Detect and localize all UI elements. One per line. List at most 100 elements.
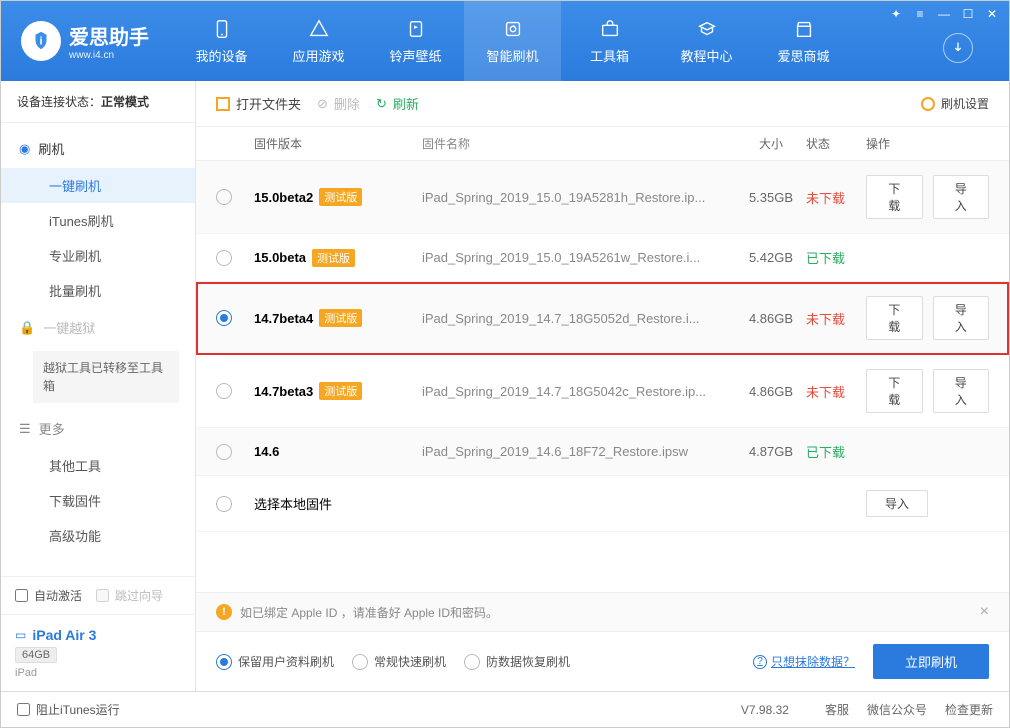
sidebar-item-flash-2[interactable]: 专业刷机 xyxy=(1,238,195,273)
wipe-data-link[interactable]: ?只想抹除数据？ xyxy=(753,653,855,670)
row-name: iPad_Spring_2019_14.7_18G5052d_Restore.i… xyxy=(422,311,736,326)
firmware-table: 15.0beta2测试版iPad_Spring_2019_15.0_19A528… xyxy=(196,161,1009,592)
sidebar-item-more-1[interactable]: 下载固件 xyxy=(1,483,195,518)
device-icon: ▭ xyxy=(15,628,26,642)
option-normal-fast[interactable]: 常规快速刷机 xyxy=(352,653,446,670)
row-name: iPad_Spring_2019_15.0_19A5281h_Restore.i… xyxy=(422,190,736,205)
table-row[interactable]: 14.7beta3测试版iPad_Spring_2019_14.7_18G504… xyxy=(196,355,1009,428)
nav-flash[interactable]: 智能刷机 xyxy=(464,1,561,81)
maximize-button[interactable]: ☐ xyxy=(957,5,979,23)
col-name: 固件名称 xyxy=(422,135,736,152)
row-local-label: 选择本地固件 xyxy=(250,494,422,513)
flash-now-button[interactable]: 立即刷机 xyxy=(873,644,989,679)
open-folder-button[interactable]: 打开文件夹 xyxy=(216,94,301,113)
sidebar-jailbreak-header: 🔒 一键越狱 xyxy=(1,308,195,347)
header: i 爱思助手 www.i4.cn 我的设备应用游戏铃声壁纸智能刷机工具箱教程中心… xyxy=(1,1,1009,81)
row-radio[interactable] xyxy=(216,444,232,460)
download-indicator-icon[interactable] xyxy=(943,33,973,63)
row-radio[interactable] xyxy=(216,496,232,512)
options-bar: 保留用户资料刷机 常规快速刷机 防数据恢复刷机 ?只想抹除数据？ 立即刷机 xyxy=(196,631,1009,691)
notice-bar: ! 如已绑定 Apple ID ，请准备好 Apple ID和密码。 × xyxy=(196,592,1009,631)
sidebar-item-flash-3[interactable]: 批量刷机 xyxy=(1,273,195,308)
row-version: 14.6 xyxy=(250,444,422,459)
flash-icon xyxy=(502,18,524,40)
content: 打开文件夹 ⊘删除 ↻刷新 刷机设置 固件版本 固件名称 大小 状态 操作 15… xyxy=(196,81,1009,691)
close-button[interactable]: ✕ xyxy=(981,5,1003,23)
row-version: 14.7beta3测试版 xyxy=(250,382,422,400)
flash-settings-button[interactable]: 刷机设置 xyxy=(921,95,989,112)
device-icon xyxy=(211,18,233,40)
device-storage: 64GB xyxy=(15,647,57,663)
flash-icon: ◉ xyxy=(19,141,30,157)
option-anti-recovery[interactable]: 防数据恢复刷机 xyxy=(464,653,570,670)
download-button[interactable]: 下载 xyxy=(866,296,923,340)
status-link-1[interactable]: 微信公众号 xyxy=(867,703,927,717)
row-status: 未下载 xyxy=(806,309,866,328)
toolbox-icon xyxy=(599,18,621,40)
table-row[interactable]: 15.0beta2测试版iPad_Spring_2019_15.0_19A528… xyxy=(196,161,1009,234)
row-radio[interactable] xyxy=(216,250,232,266)
import-button[interactable]: 导入 xyxy=(933,296,990,340)
nav-toolbox[interactable]: 工具箱 xyxy=(561,1,658,81)
version-label: V7.98.32 xyxy=(741,703,789,717)
sidebar-flash-header[interactable]: ◉ 刷机 xyxy=(1,129,195,168)
nav-ringtone[interactable]: 铃声壁纸 xyxy=(367,1,464,81)
connection-status: 设备连接状态：正常模式 xyxy=(1,81,195,123)
status-link-2[interactable]: 检查更新 xyxy=(945,703,993,717)
lock-icon: 🔒 xyxy=(19,320,35,336)
delete-button[interactable]: ⊘删除 xyxy=(317,94,360,113)
status-link-0[interactable]: 客服 xyxy=(825,703,849,717)
auto-activate-checkbox[interactable]: 自动激活 xyxy=(15,587,82,604)
menu-button[interactable]: ≡ xyxy=(909,5,931,23)
device-info[interactable]: ▭ iPad Air 3 64GB iPad xyxy=(1,614,195,691)
sidebar-item-more-0[interactable]: 其他工具 xyxy=(1,448,195,483)
row-radio[interactable] xyxy=(216,189,232,205)
skin-button[interactable]: ✦ xyxy=(885,5,907,23)
refresh-icon: ↻ xyxy=(376,96,387,112)
nav-appstore[interactable]: 应用游戏 xyxy=(270,1,367,81)
skip-guide-checkbox[interactable]: 跳过向导 xyxy=(96,587,163,604)
row-status: 未下载 xyxy=(806,188,866,207)
table-row[interactable]: 15.0beta测试版iPad_Spring_2019_15.0_19A5261… xyxy=(196,234,1009,282)
download-button[interactable]: 下载 xyxy=(866,369,923,413)
row-radio[interactable] xyxy=(216,310,232,326)
sidebar-item-flash-1[interactable]: iTunes刷机 xyxy=(1,203,195,238)
close-notice-button[interactable]: × xyxy=(980,603,989,621)
refresh-button[interactable]: ↻刷新 xyxy=(376,94,419,113)
sidebar-more-header[interactable]: ☰ 更多 xyxy=(1,409,195,448)
more-icon: ☰ xyxy=(19,421,31,437)
sidebar-item-more-2[interactable]: 高级功能 xyxy=(1,518,195,553)
nav-shop[interactable]: 爱思商城 xyxy=(755,1,852,81)
brand-domain: www.i4.cn xyxy=(69,50,149,61)
row-status: 未下载 xyxy=(806,382,866,401)
table-row[interactable]: 14.7beta4测试版iPad_Spring_2019_14.7_18G505… xyxy=(196,282,1009,355)
logo[interactable]: i 爱思助手 www.i4.cn xyxy=(1,1,173,81)
import-button[interactable]: 导入 xyxy=(933,369,990,413)
shop-icon xyxy=(793,18,815,40)
sidebar-item-flash-0[interactable]: 一键刷机 xyxy=(1,168,195,203)
option-keep-data[interactable]: 保留用户资料刷机 xyxy=(216,653,334,670)
import-button[interactable]: 导入 xyxy=(933,175,990,219)
row-radio[interactable] xyxy=(216,383,232,399)
minimize-button[interactable]: — xyxy=(933,5,955,23)
delete-icon: ⊘ xyxy=(317,96,328,112)
row-version: 15.0beta测试版 xyxy=(250,249,422,267)
col-size: 大小 xyxy=(736,135,806,152)
row-size: 5.35GB xyxy=(736,190,806,205)
download-button[interactable]: 下载 xyxy=(866,175,923,219)
table-row-local[interactable]: 选择本地固件 导入 xyxy=(196,476,1009,532)
row-size: 4.86GB xyxy=(736,311,806,326)
block-itunes-checkbox[interactable]: 阻止iTunes运行 xyxy=(17,701,120,718)
sidebar: 设备连接状态：正常模式 ◉ 刷机 一键刷机iTunes刷机专业刷机批量刷机 🔒 … xyxy=(1,81,196,691)
row-size: 4.87GB xyxy=(736,444,806,459)
nav-device[interactable]: 我的设备 xyxy=(173,1,270,81)
nav-tutorial[interactable]: 教程中心 xyxy=(658,1,755,81)
table-header: 固件版本 固件名称 大小 状态 操作 xyxy=(196,127,1009,161)
row-size: 4.86GB xyxy=(736,384,806,399)
tutorial-icon xyxy=(696,18,718,40)
toolbar: 打开文件夹 ⊘删除 ↻刷新 刷机设置 xyxy=(196,81,1009,127)
table-row[interactable]: 14.6iPad_Spring_2019_14.6_18F72_Restore.… xyxy=(196,428,1009,476)
window-controls: ✦ ≡ — ☐ ✕ xyxy=(885,5,1003,23)
top-nav: 我的设备应用游戏铃声壁纸智能刷机工具箱教程中心爱思商城 xyxy=(173,1,852,81)
import-button[interactable]: 导入 xyxy=(866,490,928,517)
